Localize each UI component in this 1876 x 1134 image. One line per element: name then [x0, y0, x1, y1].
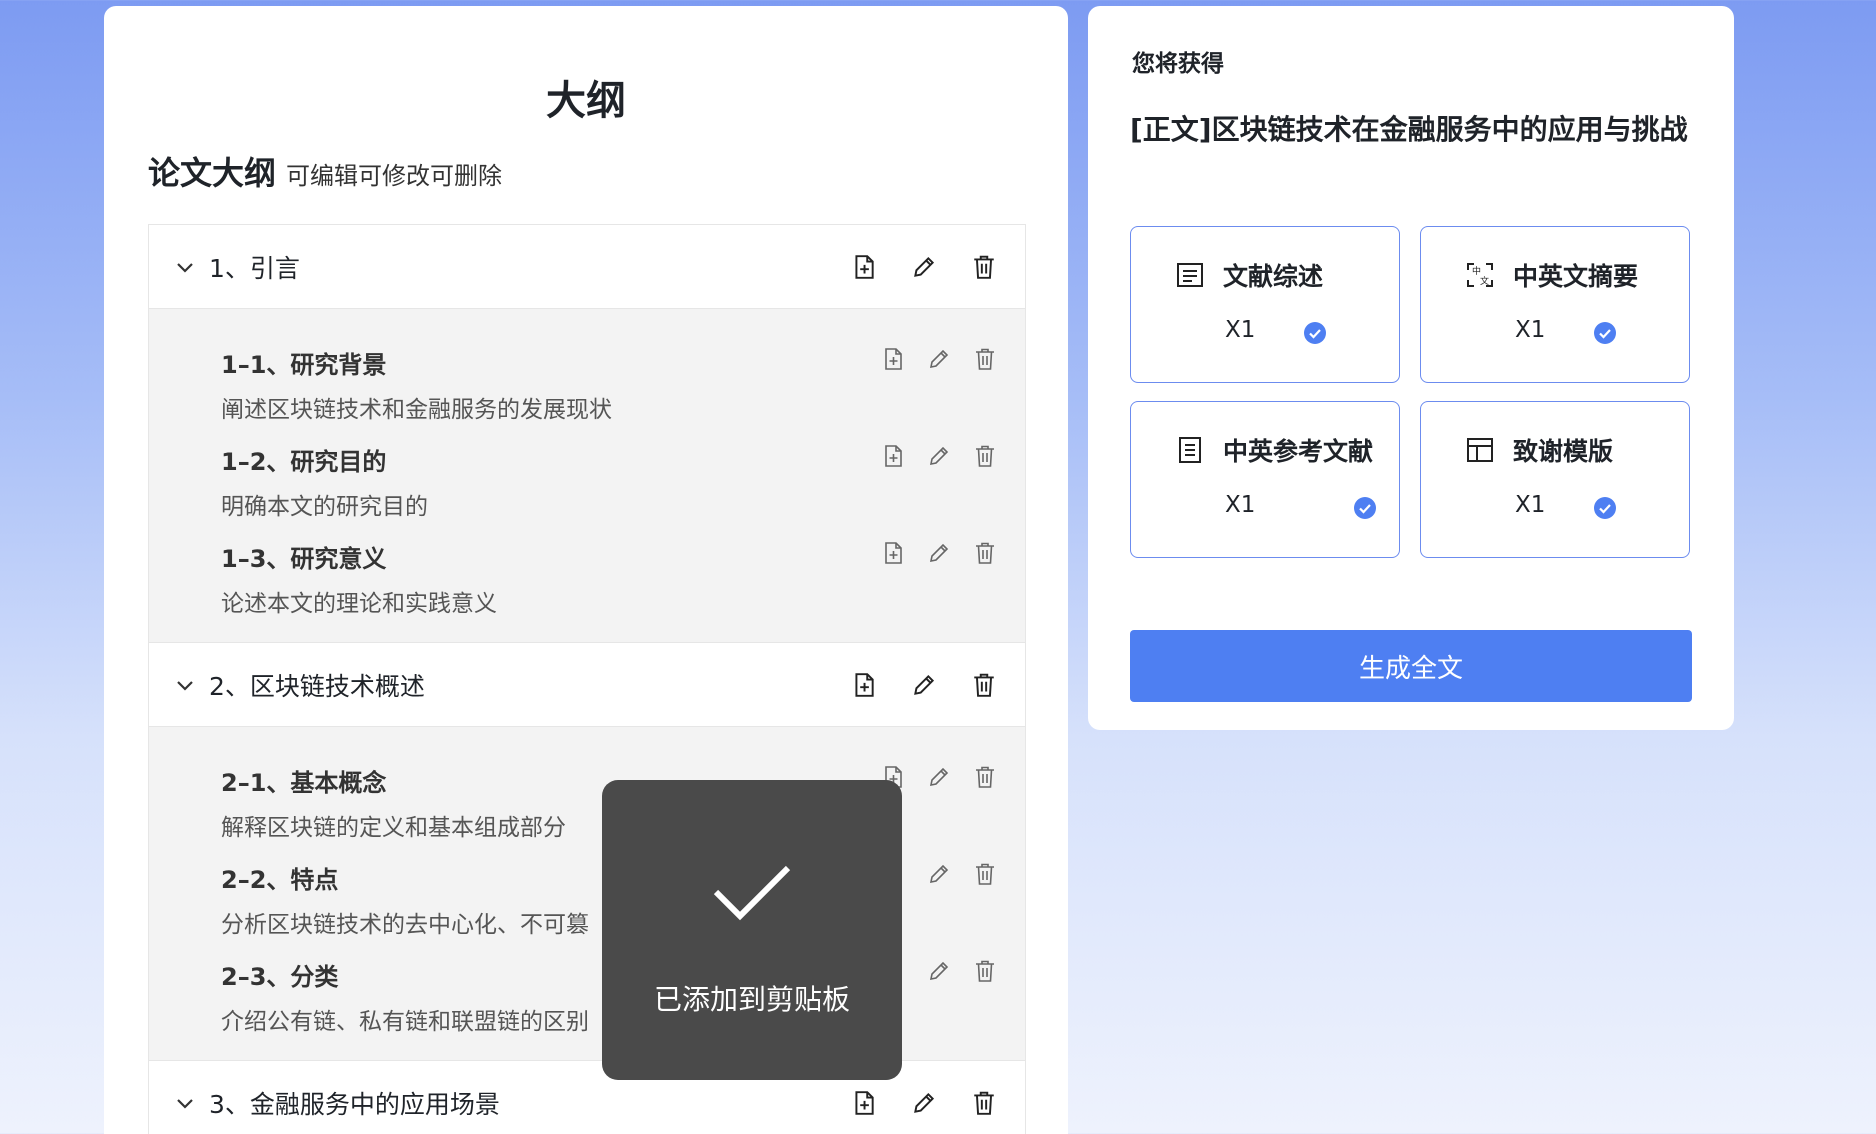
toast-message: 已添加到剪贴板 — [653, 983, 850, 1016]
edit-pencil-icon[interactable] — [927, 765, 951, 789]
edit-pencil-icon[interactable] — [911, 1090, 937, 1116]
add-file-icon[interactable] — [881, 444, 905, 468]
outline-card: 大纲 论文大纲 可编辑可修改可删除 1、引言 1–1、研究背景 阐述区块链技术和… — [104, 6, 1068, 1134]
subsection-desc: 明确本文的研究目的 — [221, 494, 428, 520]
edit-pencil-icon[interactable] — [911, 254, 937, 280]
section-title: 1、引言 — [209, 253, 300, 283]
translate-icon: 中文 — [1465, 260, 1495, 290]
tile-name: 致谢模版 — [1513, 437, 1614, 466]
section-header[interactable]: 2、区块链技术概述 — [149, 643, 1025, 727]
check-circle-icon — [1593, 321, 1617, 345]
chevron-down-icon[interactable] — [149, 1093, 209, 1113]
tile-name: 文献综述 — [1223, 262, 1324, 291]
tile-qty: X1 — [1225, 317, 1256, 343]
add-file-icon[interactable] — [851, 1090, 877, 1116]
check-circle-icon — [1303, 321, 1327, 345]
svg-text:文: 文 — [1480, 275, 1489, 287]
edit-pencil-icon[interactable] — [911, 672, 937, 698]
subsection-desc: 阐述区块链技术和金融服务的发展现状 — [221, 397, 612, 423]
subsection-list: 1–1、研究背景 阐述区块链技术和金融服务的发展现状 1–2、研究目的 明确本文… — [149, 309, 1025, 643]
list-document-icon — [1175, 435, 1205, 465]
document-lines-icon — [1175, 260, 1205, 290]
check-circle-icon — [1593, 496, 1617, 520]
outline-subhead: 论文大纲 可编辑可修改可删除 — [148, 148, 502, 194]
edit-pencil-icon[interactable] — [927, 862, 951, 886]
section-header[interactable]: 1、引言 — [149, 225, 1025, 309]
edit-pencil-icon[interactable] — [927, 444, 951, 468]
trash-icon[interactable] — [971, 254, 997, 280]
trash-icon[interactable] — [971, 672, 997, 698]
check-circle-icon — [1353, 496, 1377, 520]
edit-pencil-icon[interactable] — [927, 347, 951, 371]
add-file-icon[interactable] — [851, 254, 877, 280]
tile-name: 中英文摘要 — [1513, 262, 1639, 291]
trash-icon[interactable] — [973, 541, 997, 565]
tile-references[interactable]: 中英参考文献 X1 — [1130, 401, 1400, 558]
page-title: 大纲 — [546, 78, 626, 124]
tile-qty: X1 — [1515, 317, 1546, 343]
tile-qty: X1 — [1225, 492, 1256, 518]
layout-template-icon — [1465, 435, 1495, 465]
trash-icon[interactable] — [973, 862, 997, 886]
trash-icon[interactable] — [973, 765, 997, 789]
add-file-icon[interactable] — [881, 541, 905, 565]
list-item: 1–1、研究背景 阐述区块链技术和金融服务的发展现状 — [149, 327, 1025, 424]
trash-icon[interactable] — [973, 444, 997, 468]
gain-card: 您将获得 [正文]区块链技术在金融服务中的应用与挑战 文献综述 X1 中文 中英… — [1088, 6, 1734, 730]
section-title: 2、区块链技术概述 — [209, 671, 425, 701]
tile-acknowledgement[interactable]: 致谢模版 X1 — [1420, 401, 1690, 558]
add-file-icon[interactable] — [851, 672, 877, 698]
chevron-down-icon[interactable] — [149, 257, 209, 277]
tile-name: 中英参考文献 — [1223, 437, 1374, 466]
generate-full-text-button[interactable]: 生成全文 — [1130, 630, 1692, 702]
outline-subhead-hint: 可编辑可修改可删除 — [286, 162, 503, 190]
outline-subhead-title: 论文大纲 — [148, 154, 277, 192]
tile-literature-review[interactable]: 文献综述 X1 — [1130, 226, 1400, 383]
tile-abstract[interactable]: 中文 中英文摘要 X1 — [1420, 226, 1690, 383]
trash-icon[interactable] — [973, 959, 997, 983]
svg-text:中: 中 — [1472, 265, 1481, 277]
check-icon — [712, 862, 792, 926]
list-item: 1–3、研究意义 论述本文的理论和实践意义 — [149, 521, 1025, 618]
add-file-icon[interactable] — [881, 347, 905, 371]
subsection-desc: 论述本文的理论和实践意义 — [221, 591, 497, 617]
list-item: 1–2、研究目的 明确本文的研究目的 — [149, 424, 1025, 521]
edit-pencil-icon[interactable] — [927, 959, 951, 983]
chevron-down-icon[interactable] — [149, 675, 209, 695]
clipboard-toast: 已添加到剪贴板 — [602, 780, 902, 1080]
edit-pencil-icon[interactable] — [927, 541, 951, 565]
gain-label: 您将获得 — [1132, 51, 1224, 77]
trash-icon[interactable] — [971, 1090, 997, 1116]
trash-icon[interactable] — [973, 347, 997, 371]
tile-qty: X1 — [1515, 492, 1546, 518]
gain-title: [正文]区块链技术在金融服务中的应用与挑战 — [1130, 113, 1688, 146]
section-title: 3、金融服务中的应用场景 — [209, 1089, 500, 1119]
